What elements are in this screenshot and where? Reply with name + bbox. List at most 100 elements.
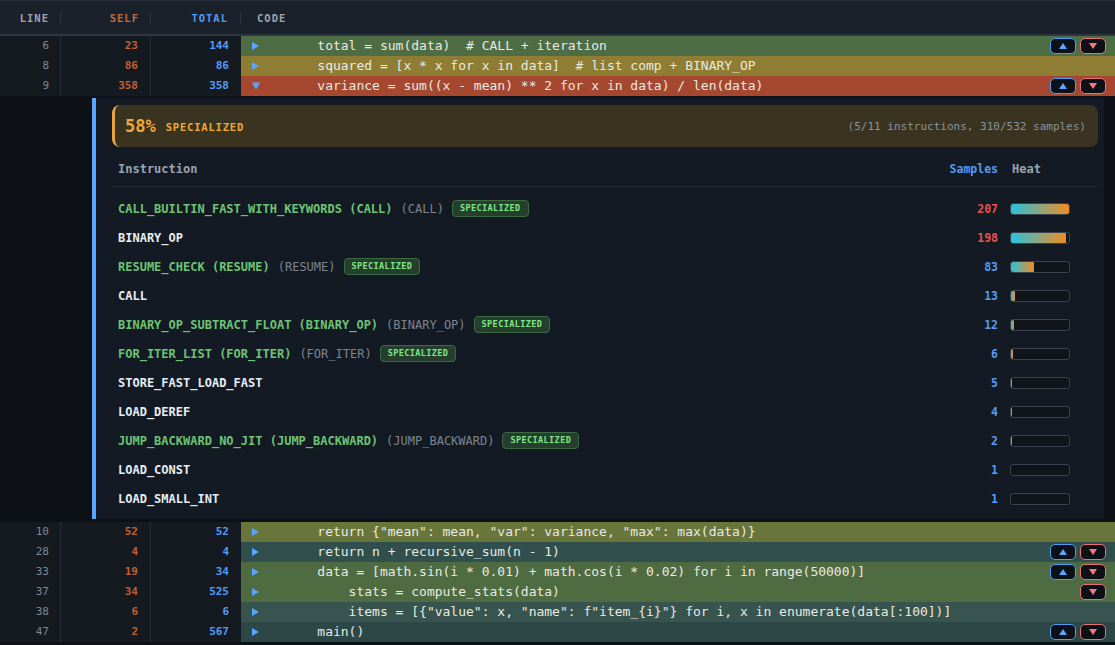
down-triangle-icon	[1089, 549, 1097, 555]
code-text: data = [math.sin(i * 0.01) + math.cos(i …	[286, 562, 1115, 582]
jump-up-button[interactable]	[1050, 544, 1076, 560]
code-cell[interactable]: items = [{"value": x, "name": f"item_{i}…	[241, 602, 1115, 622]
instruction-heat	[1010, 406, 1070, 418]
code-cell[interactable]: data = [math.sin(i * 0.01) + math.cos(i …	[241, 562, 1115, 582]
heat-bar-fill	[1011, 262, 1034, 272]
code-cell[interactable]: squared = [x * x for x in data] # list c…	[241, 56, 1115, 76]
code-cell[interactable]: return {"mean": mean, "var": variance, "…	[241, 522, 1115, 542]
instruction-row: RESUME_CHECK (RESUME) (RESUME) SPECIALIZ…	[112, 252, 1098, 281]
code-row: 6 23 144 total = sum(data) # CALL + iter…	[0, 36, 1115, 56]
instruction-name-cell: LOAD_SMALL_INT	[118, 492, 938, 506]
specialized-badge: SPECIALIZED	[474, 316, 551, 333]
nav-buttons	[1050, 544, 1106, 560]
self-samples-cell: 358	[61, 76, 151, 96]
jump-down-button[interactable]	[1080, 584, 1106, 600]
heat-bar-track	[1010, 377, 1070, 389]
instruction-heat	[1010, 203, 1070, 215]
column-header-samples: Samples	[938, 162, 998, 176]
total-samples-cell: 86	[151, 56, 241, 76]
instruction-name: STORE_FAST_LOAD_FAST	[118, 376, 263, 390]
expand-caret-icon[interactable]	[252, 568, 259, 576]
heat-bar-fill	[1011, 233, 1066, 243]
line-number-cell: 9	[0, 76, 61, 96]
expand-caret-icon[interactable]	[252, 548, 259, 556]
instruction-base-opcode: (JUMP_BACKWARD)	[386, 434, 494, 448]
self-samples-cell: 4	[61, 542, 151, 562]
instruction-name-cell: CALL	[118, 289, 938, 303]
heat-bar-track	[1010, 348, 1070, 360]
specialized-label: SPECIALIZED	[166, 121, 244, 133]
up-triangle-icon	[1059, 549, 1067, 555]
up-triangle-icon	[1059, 43, 1067, 49]
instruction-table: Instruction Samples Heat CALL_BUILTIN_FA…	[112, 155, 1098, 513]
instruction-name: JUMP_BACKWARD_NO_JIT (JUMP_BACKWARD)	[118, 434, 378, 448]
self-samples-cell: 23	[61, 36, 151, 56]
jump-down-button[interactable]	[1080, 78, 1106, 94]
instruction-samples: 12	[938, 318, 998, 332]
expand-caret-icon[interactable]	[252, 608, 259, 616]
jump-up-button[interactable]	[1050, 38, 1076, 54]
heat-bar-track	[1010, 232, 1070, 244]
nav-buttons	[1050, 564, 1106, 580]
specialization-summary: 58% SPECIALIZED (5/11 instructions, 310/…	[112, 105, 1098, 147]
code-cell[interactable]: variance = sum((x - mean) ** 2 for x in …	[241, 76, 1115, 96]
jump-down-button[interactable]	[1080, 624, 1106, 640]
total-samples-cell: 34	[151, 562, 241, 582]
instruction-table-header: Instruction Samples Heat	[112, 155, 1098, 187]
jump-up-button[interactable]	[1050, 624, 1076, 640]
total-samples-cell: 358	[151, 76, 241, 96]
self-samples-cell: 52	[61, 522, 151, 542]
instruction-samples: 4	[938, 405, 998, 419]
instruction-heat	[1010, 261, 1070, 273]
instruction-samples: 83	[938, 260, 998, 274]
collapse-caret-icon[interactable]	[252, 83, 260, 90]
instruction-heat	[1010, 464, 1070, 476]
code-cell[interactable]: return n + recursive_sum(n - 1)	[241, 542, 1115, 562]
instruction-row: STORE_FAST_LOAD_FAST 5	[112, 368, 1098, 397]
instruction-base-opcode: (CALL)	[401, 202, 444, 216]
down-triangle-icon	[1089, 589, 1097, 595]
code-cell[interactable]: stats = compute_stats(data)	[241, 582, 1115, 602]
instruction-samples: 1	[938, 492, 998, 506]
instruction-heat	[1010, 232, 1070, 244]
jump-up-button[interactable]	[1050, 564, 1076, 580]
instruction-row: BINARY_OP 198	[112, 223, 1098, 252]
table-header: LINE SELF TOTAL CODE	[0, 0, 1115, 36]
expand-caret-icon[interactable]	[252, 628, 259, 636]
line-number-cell: 8	[0, 56, 61, 76]
heat-bar-track	[1010, 290, 1070, 302]
heat-bar-fill	[1011, 378, 1012, 388]
jump-down-button[interactable]	[1080, 564, 1106, 580]
self-samples-cell: 6	[61, 602, 151, 622]
code-cell[interactable]: total = sum(data) # CALL + iteration	[241, 36, 1115, 56]
column-header-line: LINE	[0, 12, 61, 24]
instruction-name: BINARY_OP	[118, 231, 183, 245]
instruction-samples: 6	[938, 347, 998, 361]
specialized-badge: SPECIALIZED	[344, 258, 421, 275]
instruction-samples: 5	[938, 376, 998, 390]
expand-caret-icon[interactable]	[252, 42, 259, 50]
self-samples-cell: 34	[61, 582, 151, 602]
specialized-badge: SPECIALIZED	[452, 200, 529, 217]
instruction-samples: 207	[938, 202, 998, 216]
expand-caret-icon[interactable]	[252, 588, 259, 596]
nav-buttons	[1050, 38, 1106, 54]
expand-caret-icon[interactable]	[252, 528, 259, 536]
jump-up-button[interactable]	[1050, 78, 1076, 94]
code-text: return {"mean": mean, "var": variance, "…	[286, 522, 1115, 542]
jump-down-button[interactable]	[1080, 544, 1106, 560]
code-row: 28 4 4 return n + recursive_sum(n - 1)	[0, 542, 1115, 562]
expand-caret-icon[interactable]	[252, 62, 259, 70]
specialized-percent: 58%	[125, 116, 156, 136]
specialized-badge: SPECIALIZED	[380, 345, 457, 362]
self-samples-cell: 86	[61, 56, 151, 76]
instruction-name-cell: LOAD_DEREF	[118, 405, 938, 419]
instruction-heat	[1010, 290, 1070, 302]
heat-bar-fill	[1011, 436, 1012, 446]
self-samples-cell: 19	[61, 562, 151, 582]
jump-down-button[interactable]	[1080, 38, 1106, 54]
code-cell[interactable]: main()	[241, 622, 1115, 642]
detail-panel: 58% SPECIALIZED (5/11 instructions, 310/…	[0, 96, 1115, 522]
nav-buttons	[1080, 584, 1106, 600]
instruction-name: LOAD_DEREF	[118, 405, 190, 419]
